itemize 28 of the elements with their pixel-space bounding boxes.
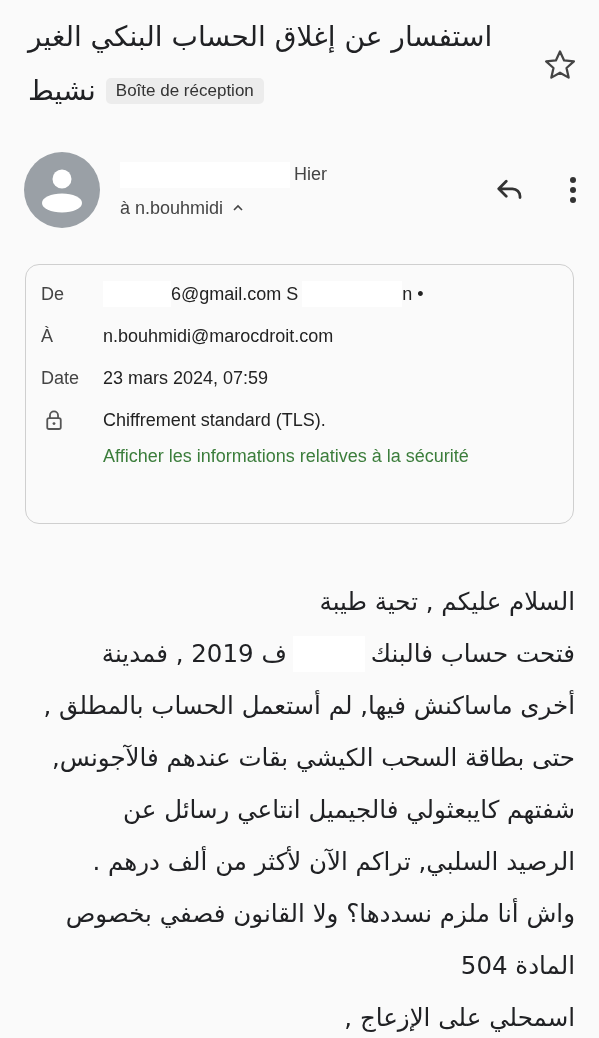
lock-icon bbox=[45, 409, 63, 431]
encryption-text: Chiffrement standard (TLS). bbox=[103, 409, 327, 432]
security-info-link[interactable]: Afficher les informations relatives à la sécurité bbox=[103, 441, 469, 471]
field-value: n.bouhmidi@marocdroit.com bbox=[103, 325, 334, 348]
email-subject: نشيط bbox=[28, 73, 96, 109]
inbox-label[interactable]: Boîte de réception bbox=[105, 78, 264, 104]
body-text: السلام عليكم , تحية طيبة bbox=[319, 586, 575, 618]
body-text: حتى بطاقة السحب الكيشي بقات عندهم فالآجونس, bbox=[51, 742, 575, 774]
email-subject: استفسار عن إغلاق الحساب البنكي الغير bbox=[28, 19, 493, 55]
body-text: اسمحلي على الإزعاج , bbox=[344, 1002, 575, 1034]
field-label: Date bbox=[41, 367, 81, 390]
body-text: شفتهم كايبعثولي فالجيميل انتاعي رسائل عن bbox=[123, 794, 575, 826]
recipient-toggle[interactable]: à n.bouhmidi bbox=[120, 197, 495, 219]
body-text: أخرى ماساكنش فيها, لم أستعمل الحساب بالمطلق , bbox=[43, 689, 575, 722]
sent-time: Hier bbox=[294, 164, 327, 185]
field-label: À bbox=[41, 325, 54, 348]
field-label: De bbox=[41, 283, 65, 306]
more-icon[interactable] bbox=[569, 176, 577, 204]
body-text: الرصيد السلبي, تراكم الآن لأكثر من ألف درهم . bbox=[92, 845, 575, 878]
body-text: ف 2019 , فمدينة bbox=[101, 638, 287, 670]
avatar-icon[interactable] bbox=[24, 152, 100, 228]
field-value: 23 mars 2024, 07:59 bbox=[103, 367, 269, 390]
sender-address: 6@gmail.com S bbox=[171, 283, 299, 306]
body-text: فتحت حساب فالبنك bbox=[370, 638, 575, 670]
sender-name: n • bbox=[402, 283, 424, 306]
body-text: واش أنا ملزم نسددها؟ ولا القانون فصفي بخصوص bbox=[65, 897, 575, 930]
star-icon[interactable] bbox=[543, 48, 577, 82]
body-text: المادة 504 bbox=[460, 950, 575, 982]
